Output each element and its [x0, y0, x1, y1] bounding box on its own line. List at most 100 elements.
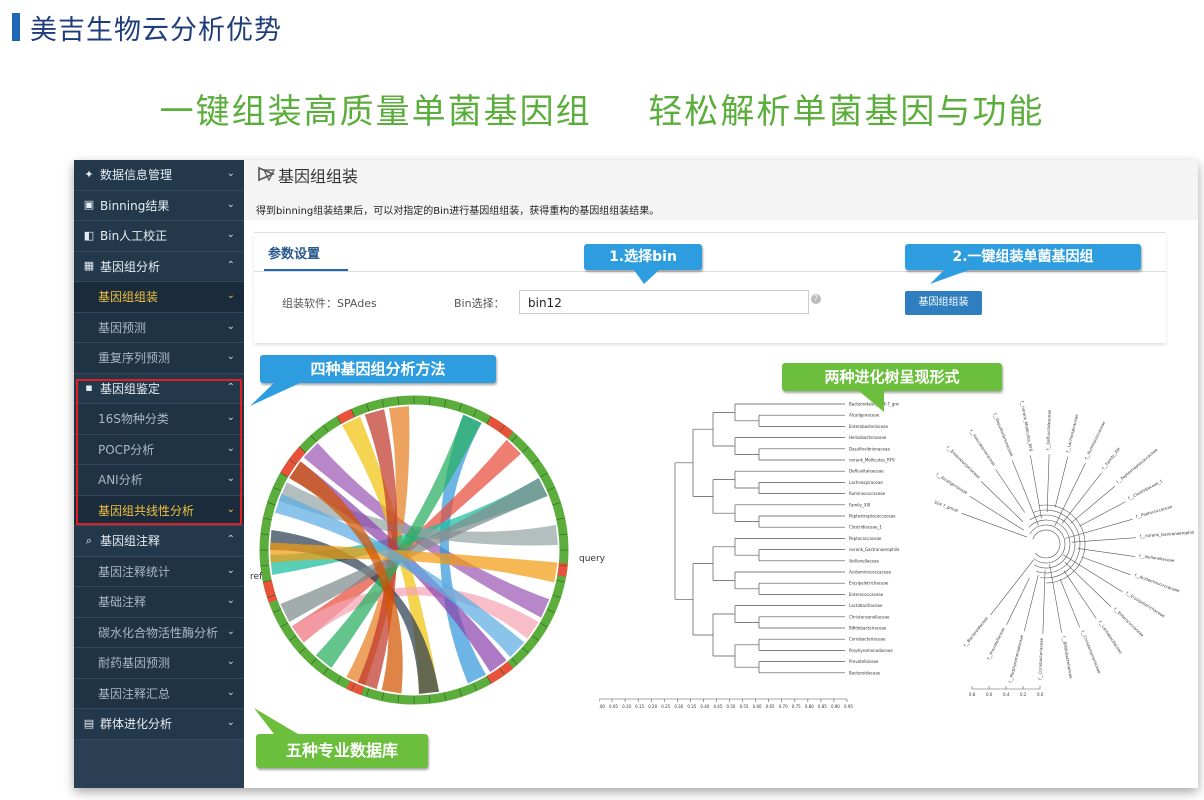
chevron-down-icon: ⌄ — [226, 351, 235, 362]
chevron-down-icon: ⌄ — [226, 686, 235, 698]
sidebar-item-label: 重复序列预测 — [98, 351, 171, 366]
dendrogram-leaf-label: Family_XIII — [849, 502, 870, 507]
dendrogram-leaf-label: Bifidobacteriaceae — [849, 626, 887, 631]
dendrogram-leaf-label: norank_Gastranaerophilales — [849, 547, 899, 552]
radial-leaf-label: f__Peptococcaceae — [1135, 504, 1173, 519]
radial-leaf-label: f__Porphyromonadaceae — [1007, 634, 1024, 683]
sidebar-item-4[interactable]: 基因组组装 ⌄ — [74, 282, 244, 313]
share-icon: ✦ — [84, 167, 94, 181]
radial-arc — [1028, 519, 1071, 569]
sidebar-item-12[interactable]: ⌕ 基因组注释 ⌃ — [74, 526, 244, 557]
radial-scale-tick-label: 0.6 — [986, 692, 993, 697]
radial-branch — [1061, 472, 1102, 524]
dendrogram-axis-tick-label: 0.60 — [753, 704, 762, 709]
dendrogram-leaf-label: Enterobacteriaceae — [849, 424, 889, 429]
sidebar-item-15[interactable]: 碳水化合物活性酶分析 ⌄ — [74, 617, 244, 648]
dendrogram-axis-tick-label: 0.25 — [661, 704, 670, 709]
dendrogram-axis-tick-label: 0.90 — [831, 704, 840, 709]
tab-params[interactable]: 参数设置 — [268, 243, 320, 262]
dendrogram-leaf-label: Alcaligenaceae — [849, 413, 880, 418]
sidebar-item-18[interactable]: ▤ 群体进化分析 ⌄ — [74, 709, 244, 740]
radial-tree: f__Bacteroidales_S24-7_groupf__Alcaligen… — [934, 400, 1194, 697]
dendrogram-leaf-label: Veillonellaceae — [849, 558, 879, 563]
tree-icon: ▤ — [83, 716, 95, 730]
radial-leaf-label: f__Alcaligenaceae — [935, 472, 968, 495]
banner-text: 一键组装高质量单菌基因组 轻松解析单菌基因与功能 — [0, 84, 1204, 133]
circos-ref-label: ref — [250, 572, 263, 582]
dendrogram-axis-tick-label: 0.70 — [779, 704, 788, 709]
sidebar-item-5[interactable]: 基因预测 ⌄ — [74, 312, 244, 343]
dendrogram-leaf-label: Helicobacteraceae — [849, 435, 887, 440]
radial-leaf-label: f__Enterobacteriaceae — [946, 445, 982, 480]
sidebar-item-label: 基因注释汇总 — [98, 686, 171, 701]
dendrogram-axis-tick-label: 0.65 — [766, 704, 775, 709]
dendrogram-leaf-label: Erysipelotrichaceae — [849, 581, 889, 586]
search-icon: ⌕ — [85, 533, 93, 547]
radial-arc — [1032, 529, 1061, 559]
dendrogram-axis-tick-label: 0.05 — [609, 704, 618, 709]
radial-branch — [990, 559, 1034, 616]
radial-branch — [1023, 574, 1039, 632]
radial-branch — [1065, 518, 1133, 539]
sidebar-item-3[interactable]: ▦ 基因组分析 ⌃ — [74, 251, 244, 282]
radial-scale-tick-label: 0.0 — [1037, 692, 1044, 697]
radial-leaf-label: f__Lachnospiraceae — [1065, 413, 1079, 453]
radial-branch — [1064, 561, 1111, 607]
dendrogram-leaf-label: Enterococcaceae — [849, 592, 884, 597]
sidebar-item-label: 基因注释统计 — [98, 564, 171, 579]
circos-segment — [262, 580, 278, 603]
radial-branch — [969, 496, 1025, 531]
radial-arc — [1029, 514, 1076, 574]
radial-leaf-label: f__Christensenellaceae — [1080, 630, 1102, 675]
dendrogram-axis-tick-label: 0.80 — [805, 704, 814, 709]
radial-arc — [1033, 509, 1081, 579]
dendrogram-leaf-label: Defluviitaleaceae — [849, 469, 884, 474]
sidebar-item-0[interactable]: ✦ 数据信息管理 ⌄ — [74, 160, 244, 191]
dendrogram-leaf-label: Lachnospiraceae — [849, 480, 883, 485]
dendrogram-leaf-label: Lactobacillaceae — [849, 603, 883, 608]
dendrogram-leaf-label: Coriobacteriaceae — [849, 637, 886, 642]
dendrogram-axis-tick-label: 0.95 — [844, 704, 853, 709]
sidebar-item-16[interactable]: 耐药基因预测 ⌄ — [74, 648, 244, 679]
dendrogram-axis-tick-label: 0.35 — [687, 704, 696, 709]
radial-leaf-label: f__Veillonellaceae — [1139, 553, 1175, 563]
sidebar-item-17[interactable]: 基因注释汇总 ⌄ — [74, 678, 244, 709]
panel-icon: ◧ — [83, 228, 95, 242]
dendrogram-axis-tick-label: 0.15 — [635, 704, 644, 709]
dendrogram-leaf-label: Desulfovibrionaceae — [849, 446, 890, 451]
radial-leaf-label: f__Enterococcaceae — [1113, 606, 1145, 637]
dendrogram-axis-tick-label: 0.75 — [792, 704, 801, 709]
radial-leaf-label: f__Peptostreptococcaceae — [1115, 447, 1158, 485]
sidebar-item-label: 基础注释 — [98, 595, 147, 610]
dendrogram-leaf-label: Prevotellaceae — [849, 659, 879, 664]
radial-leaf-label: f__Ruminococcaceae — [1084, 420, 1107, 460]
assemble-button[interactable]: 基因组组装 — [905, 291, 982, 315]
sidebar-highlight-box — [76, 379, 242, 525]
sidebar-item-label: 数据信息管理 — [100, 168, 173, 183]
radial-branch — [1081, 556, 1131, 576]
sidebar-item-6[interactable]: 重复序列预测 ⌄ — [74, 343, 244, 374]
dendrogram-leaf-label: norank_Mollicutes_RF9 — [849, 458, 895, 463]
dendrogram-tree: Bacteroidales_S24-7_group Alcaligenaceae E… — [599, 402, 899, 709]
tab-divider — [254, 271, 1166, 272]
page-heading: 美吉生物云分析优势 — [30, 15, 282, 46]
assembly-icon — [258, 166, 276, 182]
radial-branch — [1063, 570, 1097, 619]
dendrogram-axis-tick-label: 0.20 — [648, 704, 657, 709]
circos-plot — [259, 395, 569, 705]
sidebar-item-1[interactable]: ▣ Binning结果 ⌄ — [74, 190, 244, 221]
radial-leaf-label: f__Bifidobacteriaceae — [1061, 636, 1073, 680]
radial-branch — [1070, 485, 1116, 524]
sidebar-item-14[interactable]: 基础注释 ⌄ — [74, 587, 244, 618]
bin-select-input[interactable]: bin12 — [519, 290, 809, 314]
radial-branch — [1012, 460, 1039, 526]
header-accent-bar — [12, 13, 20, 41]
circos-segment — [346, 680, 365, 696]
sidebar-item-13[interactable]: 基因注释统计 ⌄ — [74, 556, 244, 587]
sidebar-item-2[interactable]: ◧ Bin人工校正 ⌄ — [74, 221, 244, 252]
radial-leaf-label: f__Clostridiaceae_1 — [1127, 478, 1164, 501]
dendrogram-axis-tick-label: 0.10 — [622, 704, 631, 709]
radial-branch — [995, 469, 1025, 513]
help-icon[interactable]: ? — [811, 294, 821, 304]
radial-leaf-label: f__Bacteroidales_S24-7_group — [934, 488, 959, 513]
